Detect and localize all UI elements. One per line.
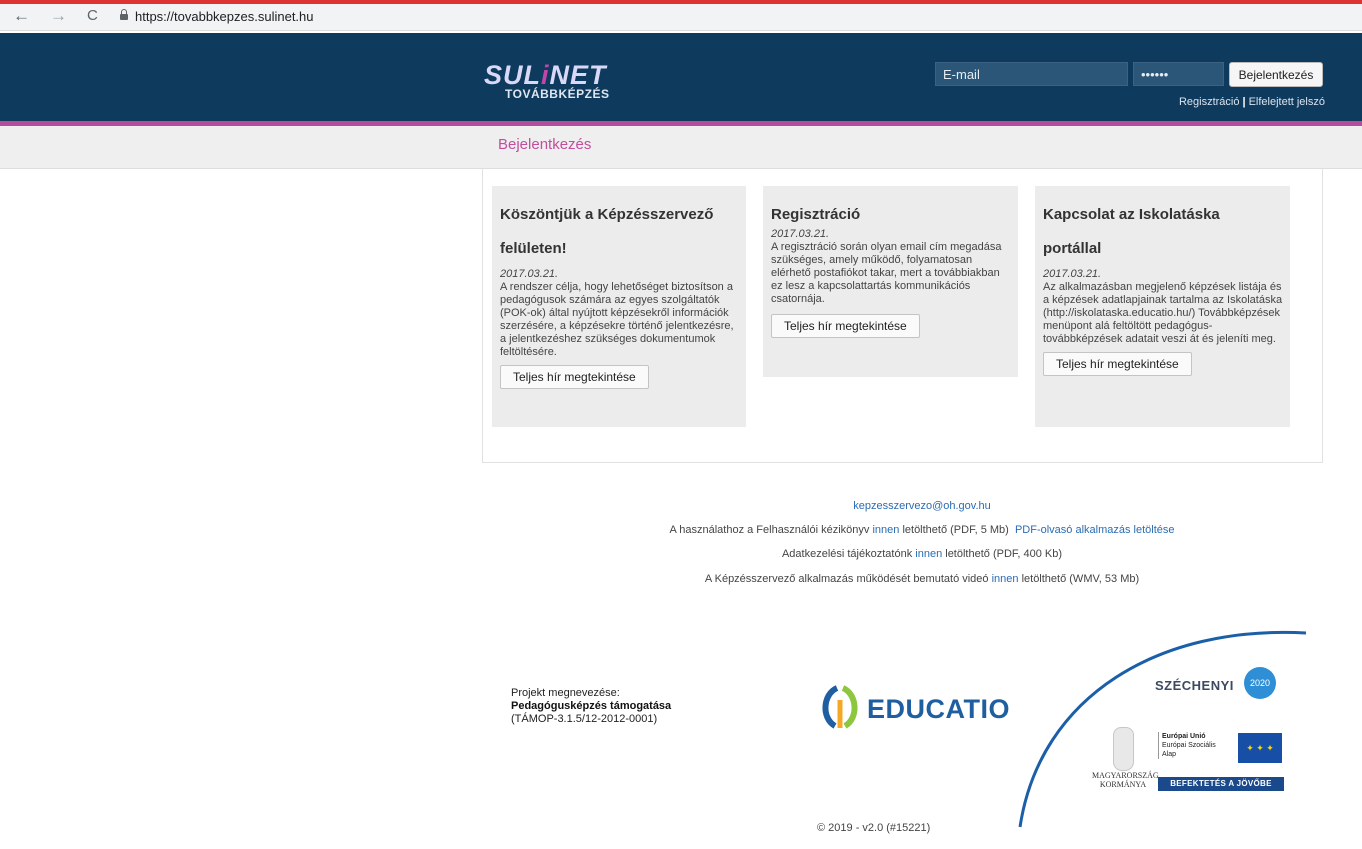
video-download-link[interactable]: innen [992, 573, 1019, 585]
project-name: Pedagógusképzés támogatása [511, 700, 672, 712]
read-more-button[interactable]: Teljes hír megtekintése [771, 314, 920, 338]
sulinet-logo[interactable]: SULiNET TOVÁBBKÉPZÉS [484, 60, 610, 102]
copyright-text: © 2019 - v2.0 (#15221) [817, 822, 931, 834]
szechenyi-2020-badge: 2020 [1244, 667, 1276, 699]
footer-text: A Képzésszervező alkalmazás működését be… [704, 573, 992, 585]
eu-flag-icon: ✦ ✦ ✦ [1238, 733, 1282, 763]
login-button[interactable]: Bejelentkezés [1229, 62, 1323, 87]
lock-icon [120, 9, 128, 20]
read-more-button[interactable]: Teljes hír megtekintése [500, 365, 649, 389]
news-text: Az alkalmazásban megjelenő képzések list… [1043, 281, 1283, 345]
footer-text: Adatkezelési tájékoztatónk [781, 548, 916, 560]
news-date: 2017.03.21. [771, 228, 830, 240]
read-more-button[interactable]: Teljes hír megtekintése [1043, 352, 1192, 376]
url-text: https://tovabbkepzes.sulinet.hu [135, 9, 314, 24]
educatio-emblem-icon [822, 685, 858, 729]
logo-part-i: i [541, 60, 550, 90]
logo-part-net: NET [549, 60, 607, 90]
news-title-line: Kapcsolat az Iskolatáska [1043, 206, 1220, 223]
educatio-logo[interactable]: EDUCATIO [817, 682, 1010, 732]
footer-text: letölthető (PDF, 400 Kb) [942, 548, 1063, 560]
szechenyi-arc-decoration [1018, 630, 1307, 828]
news-card-iskolataska: Kapcsolat az Iskolatáska portállal 2017.0… [1035, 186, 1290, 427]
project-code: (TÁMOP-3.1.5/12-2012-0001) [511, 713, 658, 725]
educatio-wordmark: EDUCATIO [867, 694, 1010, 724]
address-bar[interactable]: https://tovabbkepzes.sulinet.hu [120, 9, 314, 24]
footer-email-line: kepzesszervezo@oh.gov.hu [482, 500, 1362, 512]
header-links: Regisztráció | Elfelejtett jelszó [1179, 96, 1325, 108]
footer-text: A használathoz a Felhasználói kézikönyv [669, 524, 873, 536]
contact-email-link[interactable]: kepzesszervezo@oh.gov.hu [853, 500, 991, 512]
breadcrumb-bar: Bejelentkezés [0, 126, 1362, 169]
manual-download-link[interactable]: innen [872, 524, 899, 536]
email-field[interactable] [935, 62, 1128, 86]
government-line: MAGYARORSZÁG [1092, 771, 1159, 780]
news-title: Kapcsolat az Iskolatáska portállal [1043, 198, 1283, 266]
news-title-line: portállal [1043, 240, 1102, 257]
news-date: 2017.03.21. [500, 268, 559, 280]
password-field[interactable] [1133, 62, 1224, 86]
forgot-password-link[interactable]: Elfelejtett jelszó [1249, 96, 1325, 108]
back-icon[interactable]: ← [13, 6, 30, 26]
logo-part-sul: SUL [484, 60, 541, 90]
site-header: SULiNET TOVÁBBKÉPZÉS Bejelentkezés Regis… [0, 33, 1362, 121]
project-label: Projekt megnevezése: [511, 687, 620, 699]
link-separator: | [1242, 96, 1246, 108]
eu-line: Alap [1162, 751, 1177, 758]
news-text: A rendszer célja, hogy lehetőséget bizto… [500, 281, 734, 358]
news-text: A regisztráció során olyan email cím meg… [771, 241, 1002, 305]
news-date: 2017.03.21. [1043, 268, 1102, 280]
footer-text: letölthető (PDF, 5 Mb) [899, 524, 1009, 536]
footer-text: letölthető (WMV, 53 Mb) [1018, 573, 1140, 585]
pdf-reader-link[interactable]: PDF-olvasó alkalmazás letöltése [1015, 524, 1175, 536]
eu-label: Európai Unió Európai Szociális Alap [1158, 732, 1237, 759]
news-title: Regisztráció [771, 206, 861, 223]
logo-subtitle: TOVÁBBKÉPZÉS [505, 87, 610, 101]
privacy-download-link[interactable]: innen [915, 548, 942, 560]
project-info: Projekt megnevezése: Pedagógusképzés tám… [511, 687, 671, 726]
footer-manual-line: A használathoz a Felhasználói kézikönyv … [482, 524, 1362, 536]
szechenyi-wordmark: SZÉCHENYI [1155, 678, 1234, 693]
coat-of-arms-icon [1113, 727, 1134, 771]
eu-slogan-banner: BEFEKTETÉS A JÖVŐBE [1158, 777, 1284, 791]
logo-wordmark: SULiNET [484, 60, 609, 90]
eu-line: Európai Szociális [1162, 742, 1216, 749]
footer-video-line: A Képzésszervező alkalmazás működését be… [482, 573, 1362, 585]
eu-line: Európai Unió [1162, 733, 1206, 740]
browser-toolbar: ← → C https://tovabbkepzes.sulinet.hu [0, 4, 1362, 31]
government-label: MAGYARORSZÁG KORMÁNYA [1092, 771, 1159, 789]
news-title-line: Köszöntjük a Képzésszervező [500, 206, 714, 223]
reload-icon[interactable]: C [87, 7, 98, 24]
forward-icon[interactable]: → [50, 6, 67, 26]
news-title: Köszöntjük a Képzésszervező felületen! [500, 198, 739, 266]
news-card-welcome: Köszöntjük a Képzésszervező felületen! 20… [492, 186, 746, 427]
news-card-registration: Regisztráció 2017.03.21. A regisztráció … [763, 186, 1018, 377]
government-line: KORMÁNYA [1099, 780, 1147, 789]
page-title: Bejelentkezés [498, 136, 592, 153]
news-title-line: felületen! [500, 240, 567, 257]
register-link[interactable]: Regisztráció [1179, 96, 1240, 108]
footer-privacy-line: Adatkezelési tájékoztatónk innen letölth… [482, 548, 1362, 560]
